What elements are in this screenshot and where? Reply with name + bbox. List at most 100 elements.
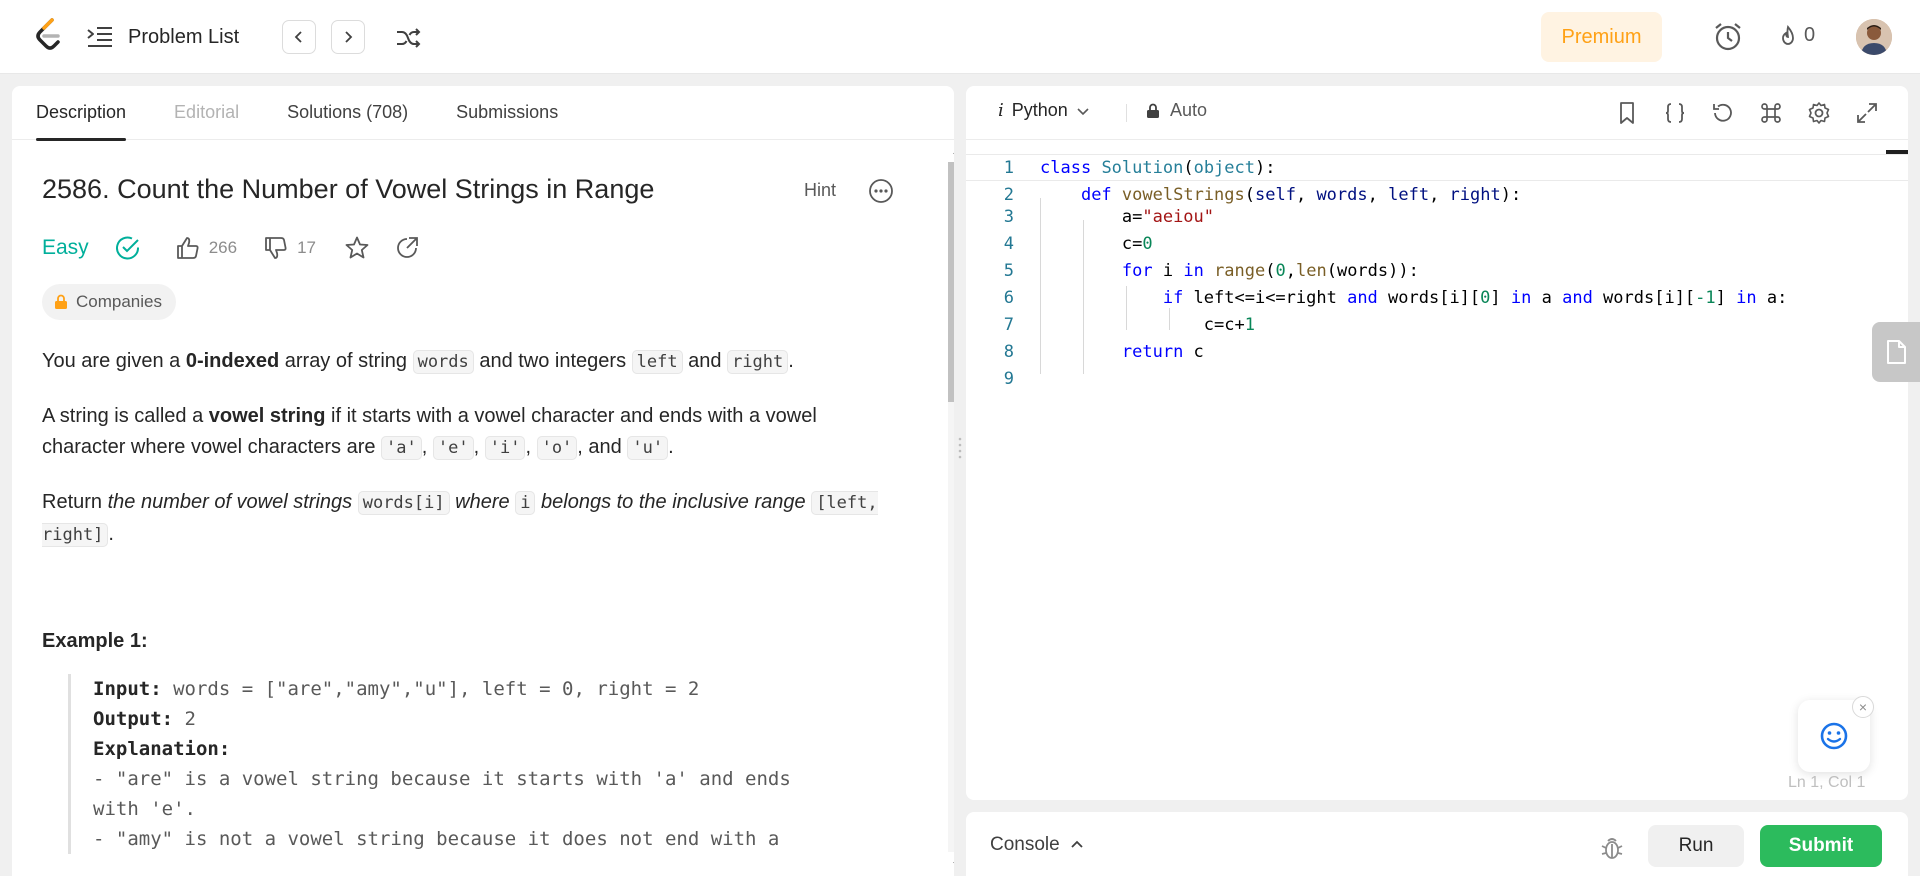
thumbs-down-icon: [265, 237, 287, 259]
close-icon[interactable]: ×: [1852, 696, 1874, 718]
code-line[interactable]: 5 for i in range(0,len(words)):: [966, 257, 1908, 284]
p2-and: , and: [577, 436, 628, 458]
p3-text-a: Return: [42, 491, 108, 513]
output-value: 2: [173, 708, 196, 730]
p2-sep-3: ,: [525, 436, 537, 458]
code-editor-panel: i Python Auto 1 class Solution(object): …: [966, 86, 1908, 800]
fullscreen-icon[interactable]: [1854, 100, 1880, 126]
code-line[interactable]: 6 if left<=i<=right and words[i][0] in a…: [966, 284, 1908, 311]
document-icon: [1887, 340, 1906, 364]
p2-sep-2: ,: [473, 436, 485, 458]
line-number: 1: [1003, 157, 1014, 178]
tab-description[interactable]: Description: [36, 86, 127, 141]
code-line[interactable]: 7 c=c+1: [966, 311, 1908, 338]
user-avatar[interactable]: [1856, 19, 1892, 55]
lock-icon: [55, 294, 67, 309]
thumbs-up-icon: [176, 237, 199, 259]
streak-count: 0: [1804, 24, 1816, 46]
example-1-title: Example 1:: [42, 630, 148, 652]
chevron-left-icon: [294, 31, 302, 43]
command-icon[interactable]: [1758, 100, 1784, 126]
side-notes-tab[interactable]: [1872, 322, 1920, 382]
companies-tag[interactable]: Companies: [42, 284, 176, 320]
bug-icon[interactable]: [1598, 834, 1626, 862]
p2-code-o: 'o': [536, 436, 578, 460]
share-icon[interactable]: [394, 235, 420, 261]
chevron-right-icon: [345, 31, 353, 43]
description-scrollbar[interactable]: [942, 140, 954, 876]
p1-text-e: and: [682, 350, 728, 372]
alarm-clock-icon[interactable]: [1711, 20, 1745, 54]
bookmark-icon[interactable]: [1614, 100, 1640, 126]
p1-bold: 0-indexed: [185, 350, 280, 372]
p3-italic-b: the number of vowel strings: [107, 491, 358, 513]
streak-counter[interactable]: 0: [1778, 24, 1815, 47]
panel-resize-handle[interactable]: [954, 86, 966, 876]
line-number: 5: [1003, 260, 1014, 281]
line-number: 9: [1003, 368, 1014, 389]
avatar-image-icon: [1856, 19, 1892, 55]
p1-code-words: words: [412, 350, 474, 374]
submit-button[interactable]: Submit: [1760, 825, 1882, 867]
code-line[interactable]: 3 a="aeiou": [966, 203, 1908, 230]
shuffle-icon[interactable]: [394, 24, 422, 52]
p3-italic-d: belongs to the inclusive range: [535, 491, 812, 513]
p1-code-left: left: [631, 350, 683, 374]
like-button[interactable]: 266: [175, 235, 237, 261]
cursor-position: Ln 1, Col 1: [1788, 774, 1866, 791]
p2-code-a: 'a': [381, 436, 422, 460]
next-problem-button[interactable]: [331, 20, 365, 54]
tab-editorial[interactable]: Editorial: [174, 86, 239, 140]
code-line[interactable]: 9: [966, 365, 1908, 392]
gear-icon[interactable]: [1806, 100, 1832, 126]
hint-button[interactable]: Hint: [804, 180, 836, 201]
p2-code-i: 'i': [484, 436, 526, 460]
leetcode-logo-icon[interactable]: [34, 18, 64, 54]
reset-icon[interactable]: [1710, 100, 1736, 126]
console-toggle[interactable]: Console: [990, 834, 1084, 856]
p3-code-i: i: [515, 491, 536, 515]
solved-check-icon: [115, 236, 139, 260]
auto-mode-toggle[interactable]: Auto: [1146, 100, 1207, 121]
format-braces-icon[interactable]: [1662, 100, 1688, 126]
code-line[interactable]: 8 return c: [966, 338, 1908, 365]
description-panel: Description Editorial Solutions (708) Su…: [12, 86, 954, 876]
language-label: Python: [1011, 100, 1068, 120]
dislike-button[interactable]: 17: [263, 235, 316, 261]
tab-solutions[interactable]: Solutions (708): [287, 86, 408, 140]
chevron-down-icon: [1077, 107, 1089, 115]
code-text: class Solution(object):: [1040, 157, 1276, 178]
line-number: 4: [1003, 233, 1014, 254]
like-count: 266: [208, 238, 238, 257]
p1-code-right: right: [727, 350, 789, 374]
code-text: def vowelStrings(self, words, left, righ…: [1080, 184, 1522, 205]
premium-button[interactable]: Premium: [1541, 12, 1662, 62]
prev-problem-button[interactable]: [282, 20, 316, 54]
line-number: 8: [1003, 341, 1014, 362]
problem-meta: Easy 266 17: [42, 232, 420, 264]
lock-icon: [1147, 103, 1159, 118]
star-icon[interactable]: [344, 235, 370, 261]
top-navbar: Problem List Premium 0: [0, 0, 1920, 74]
explanation-label: Explanation:: [93, 738, 231, 760]
code-line[interactable]: 1 class Solution(object):: [966, 154, 1908, 181]
toolbar-divider: [1126, 104, 1127, 122]
problem-list-link[interactable]: Problem List: [86, 22, 239, 52]
flame-icon: [1782, 24, 1794, 45]
code-editor[interactable]: 1 class Solution(object): 2 def vowelStr…: [966, 154, 1908, 714]
example-1-block: Input: words = ["are","amy","u"], left =…: [68, 674, 902, 854]
editor-toolbar: i Python Auto: [966, 86, 1908, 140]
line-number: 2: [1003, 184, 1014, 205]
code-line[interactable]: 4 c=0: [966, 230, 1908, 257]
language-select[interactable]: i Python: [998, 100, 1090, 121]
tab-submissions[interactable]: Submissions: [456, 86, 558, 140]
problem-title: 2586. Count the Number of Vowel Strings …: [42, 174, 655, 204]
console-label: Console: [990, 834, 1060, 855]
line-number: 3: [1003, 206, 1014, 227]
p3-end: .: [108, 523, 114, 545]
more-options-icon[interactable]: [868, 178, 894, 204]
drag-handle-icon: [958, 437, 962, 459]
run-button[interactable]: Run: [1648, 825, 1744, 867]
p1-text-a: You are given a: [42, 350, 186, 372]
p2-end: .: [668, 436, 674, 458]
